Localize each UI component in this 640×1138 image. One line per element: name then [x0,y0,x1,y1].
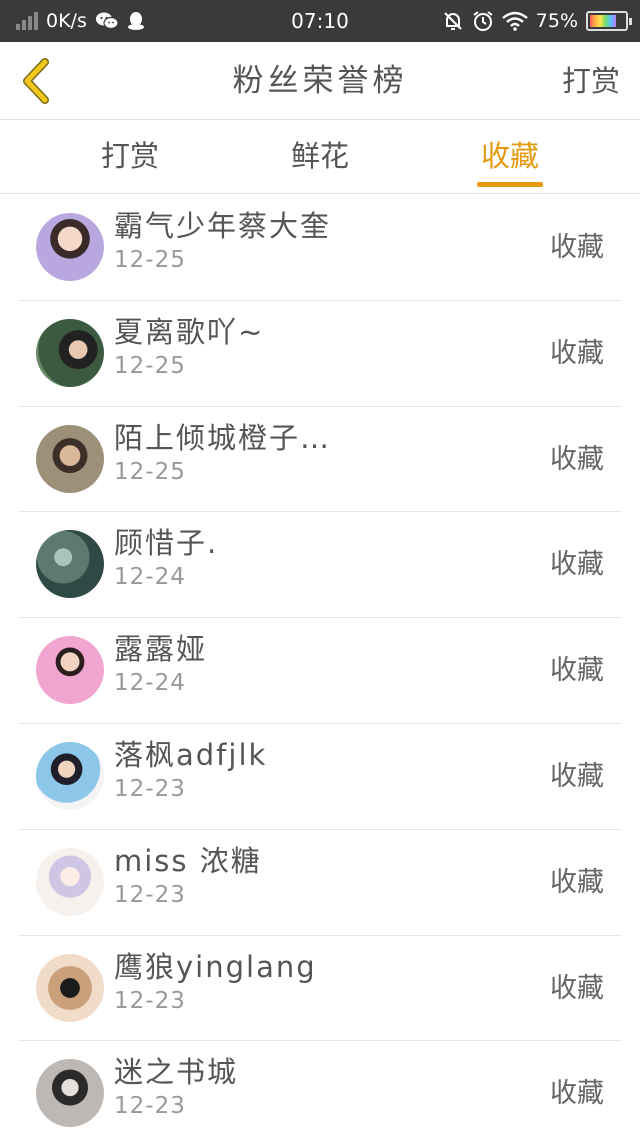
user-date: 12-23 [114,1093,186,1120]
favorite-label: 收藏 [550,760,604,792]
avatar [36,847,104,916]
fan-list: 霸气少年蔡大奎 12-25 收藏 夏离歌吖~ 12-25 收藏 陌上倾城橙子… … [0,195,640,1138]
status-bar: 0K/s 07:10 75% [0,0,640,42]
reward-button[interactable]: 打赏 [562,42,620,120]
user-name: 夏离歌吖~ [114,314,265,349]
user-name: 霸气少年蔡大奎 [114,209,332,243]
favorite-label: 收藏 [550,1078,604,1110]
avatar [36,1059,104,1128]
list-item[interactable]: 落枫adfjlk 12-23 收藏 [18,724,622,830]
user-date: 12-24 [114,564,186,591]
tab-flowers[interactable]: 鲜花 [240,120,400,194]
user-name: 落枫adfjlk [114,737,268,772]
favorite-label: 收藏 [550,232,604,263]
mute-bell-icon [444,12,462,30]
page-title: 粉丝荣誉榜 [232,63,408,99]
list-item[interactable]: 顾惜子. 12-24 收藏 [18,512,622,619]
avatar [36,213,104,281]
avatar [36,741,104,810]
user-name: miss 浓糖 [114,843,262,878]
avatar [36,953,104,1022]
favorite-label: 收藏 [550,337,604,369]
user-name: 顾惜子. [114,526,219,561]
wifi-icon [501,11,528,31]
tab-bar: 打赏 鲜花 收藏 [0,120,640,194]
user-name: 陌上倾城橙子… [114,420,332,455]
list-item[interactable]: 夏离歌吖~ 12-25 收藏 [18,301,622,407]
tab-reward[interactable]: 打赏 [50,120,210,194]
list-item[interactable]: 陌上倾城橙子… 12-25 收藏 [18,407,622,513]
user-name: 迷之书城 [114,1055,239,1090]
user-date: 12-23 [114,881,186,908]
favorite-label: 收藏 [550,866,604,898]
list-item[interactable]: 露露娅 12-24 收藏 [18,618,622,724]
list-item[interactable]: 鹰狼yinglang 12-23 收藏 [18,936,622,1042]
tab-indicator [477,182,543,187]
user-date: 12-24 [114,670,186,697]
user-name: 露露娅 [114,632,208,667]
favorite-label: 收藏 [550,655,604,687]
user-date: 12-23 [114,775,186,802]
avatar [36,530,104,599]
avatar [36,318,104,387]
avatar [36,424,104,493]
list-item[interactable]: 霸气少年蔡大奎 12-25 收藏 [18,195,622,301]
favorite-label: 收藏 [550,443,604,475]
list-item[interactable]: miss 浓糖 12-23 收藏 [18,830,622,936]
avatar [36,636,104,705]
alarm-icon [473,11,493,31]
user-name: 鹰狼yinglang [114,949,317,984]
user-date: 12-25 [114,458,186,485]
list-item[interactable]: 迷之书城 12-23 收藏 [18,1041,622,1138]
battery-percent: 75% [535,10,578,32]
favorite-label: 收藏 [550,972,604,1004]
battery-level [590,15,616,27]
app-header: 粉丝荣誉榜 打赏 [0,42,640,120]
user-date: 12-23 [114,987,186,1014]
battery-icon [586,11,632,31]
user-date: 12-25 [114,352,186,379]
favorite-label: 收藏 [550,549,604,581]
user-date: 12-25 [114,247,186,273]
